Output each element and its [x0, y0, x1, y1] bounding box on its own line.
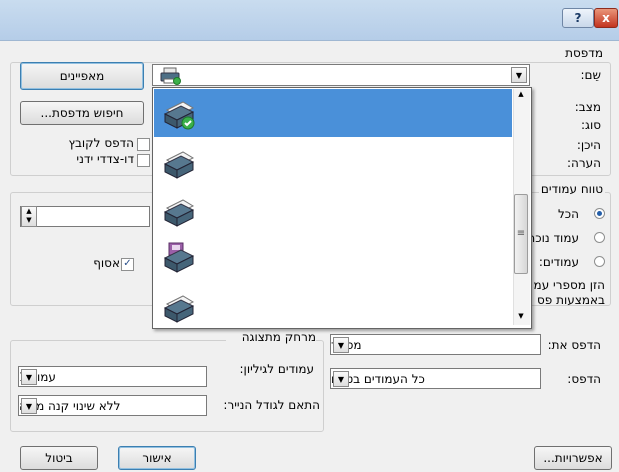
- pages-hint-line2: באמצעות פס: [537, 293, 605, 307]
- pages-per-sheet-label: עמודים לגיליון:: [239, 362, 314, 376]
- scale-label: התאם לגודל הנייר:: [223, 398, 320, 412]
- printer-icon: [161, 146, 197, 182]
- printer-list-item[interactable]: [154, 137, 512, 185]
- help-button[interactable]: ?: [562, 8, 594, 28]
- close-button[interactable]: x: [594, 8, 618, 28]
- printer-name-select[interactable]: ▼: [152, 64, 530, 86]
- copies-spinner[interactable]: ▲ ▼: [21, 206, 37, 227]
- title-bar: [0, 0, 619, 41]
- chevron-down-icon[interactable]: ▼: [511, 67, 527, 83]
- printer-icon: [161, 194, 197, 230]
- chevron-down-icon[interactable]: ▼: [21, 369, 37, 385]
- collate-label: אסוף: [93, 256, 120, 270]
- grip-icon: ≡: [516, 228, 526, 239]
- name-label: שֵם:: [580, 68, 601, 82]
- options-button[interactable]: אפשרויות...: [534, 446, 612, 470]
- printer-list-item[interactable]: [154, 281, 512, 329]
- print-select[interactable]: כל העמודים בטווח ▼: [330, 368, 541, 389]
- chevron-down-icon[interactable]: ▼: [21, 398, 37, 414]
- properties-button[interactable]: מאפיינים: [20, 62, 144, 90]
- fax-printer-icon: [161, 240, 197, 276]
- ok-button[interactable]: אישור: [118, 446, 196, 470]
- chevron-down-icon[interactable]: ▼: [333, 371, 349, 387]
- type-label: סוג:: [580, 118, 601, 132]
- printer-list-item[interactable]: [154, 89, 512, 137]
- pages-radio[interactable]: [594, 256, 605, 267]
- where-label: היכן:: [576, 138, 601, 152]
- copies-input[interactable]: 1: [20, 206, 150, 227]
- cancel-button[interactable]: ביטול: [20, 446, 98, 470]
- status-label: מצב:: [574, 100, 601, 114]
- printer-group-label: מדפסת: [563, 46, 605, 60]
- scroll-up-icon[interactable]: ▲: [515, 90, 527, 102]
- current-page-radio[interactable]: [594, 232, 605, 243]
- printer-icon: [161, 96, 197, 132]
- all-pages-label: הכל: [557, 207, 579, 221]
- print-to-file-label: הדפס לקובץ: [68, 136, 134, 150]
- scale-select[interactable]: ללא שינוי קנה מידה ▼: [18, 395, 207, 416]
- printer-list-item[interactable]: [154, 233, 512, 281]
- printer-dropdown-list[interactable]: ▲ ≡ ▼: [152, 87, 532, 329]
- printer-icon: [161, 290, 197, 326]
- manual-duplex-label: דו-צדדי ידני: [76, 152, 134, 166]
- print-what-select[interactable]: מסמך ▼: [330, 334, 541, 355]
- comment-label: הערה:: [566, 156, 601, 170]
- pages-label: עמודים:: [538, 255, 579, 269]
- printer-icon: [159, 67, 183, 85]
- scroll-down-icon[interactable]: ▼: [515, 312, 527, 324]
- chevron-down-icon[interactable]: ▼: [333, 337, 349, 353]
- zoom-group-label: מרחק מתצוגה: [226, 330, 316, 344]
- page-range-group-label: טווח עמודים: [538, 182, 605, 196]
- print-to-file-checkbox[interactable]: [137, 138, 150, 151]
- find-printer-button[interactable]: חיפוש מדפסת...: [20, 101, 144, 125]
- pages-hint-line1: הזן מספרי עמ: [533, 278, 605, 292]
- print-what-label: הדפס את:: [547, 338, 601, 352]
- current-page-label: עמוד נוכחי: [524, 231, 579, 245]
- print-label: הדפס:: [567, 372, 601, 386]
- all-pages-radio[interactable]: [594, 208, 605, 219]
- collate-checkbox[interactable]: ✓: [121, 258, 134, 271]
- pages-per-sheet-select[interactable]: עמוד 1 ▼: [18, 366, 207, 387]
- manual-duplex-checkbox[interactable]: [137, 154, 150, 167]
- printer-list-item[interactable]: [154, 185, 512, 233]
